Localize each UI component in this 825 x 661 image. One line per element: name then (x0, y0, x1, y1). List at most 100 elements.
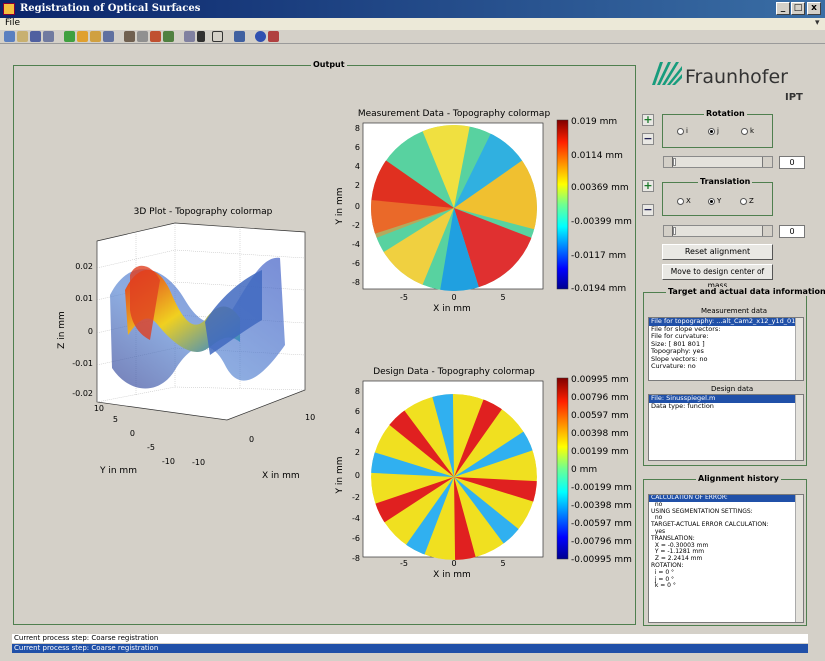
translation-slider[interactable] (663, 225, 773, 237)
meas-ytick: -2 (352, 221, 360, 230)
meas-xtick: -5 (400, 293, 408, 302)
des-cbar-label: -0.00398 mm (571, 501, 632, 511)
list-item[interactable]: USING SEGMENTATION SETTINGS: (649, 508, 803, 516)
z-tick: 0 (88, 327, 93, 336)
translation-radio-z[interactable]: Z (740, 197, 754, 205)
y-tick: -10 (162, 457, 175, 466)
meas-ytick: 2 (355, 181, 360, 190)
translation-value-field[interactable]: 0 (779, 225, 805, 238)
des-cbar-label: -0.00796 mm (571, 537, 632, 547)
des-cbar-label: 0.00796 mm (571, 393, 629, 403)
target-info-panel: Target and actual data information Measu… (643, 287, 825, 466)
list-item[interactable]: Data type: function (649, 402, 803, 411)
y-tick: 10 (94, 404, 104, 413)
alignment-history-panel: Alignment history CALCULATION OF ERROR: … (643, 474, 807, 626)
des-ytick: -2 (352, 493, 360, 502)
rotation-group: Rotation i j k (662, 109, 773, 148)
des-cbar-label: 0.00199 mm (571, 447, 629, 457)
des-ytick: 6 (355, 407, 360, 416)
slider-thumb[interactable] (673, 158, 676, 166)
y-tick: 5 (113, 415, 118, 424)
rotation-radio-k[interactable]: k (741, 127, 754, 135)
plot-3d: 3D Plot - Topography colormap 0.02 0.01 … (57, 207, 315, 481)
z-tick: 0.02 (75, 262, 93, 271)
y-tick: -5 (147, 443, 155, 452)
slider-right-arrow[interactable] (762, 226, 772, 236)
des-ytick: -4 (352, 514, 360, 523)
slider-right-arrow[interactable] (762, 157, 772, 167)
meas-cbar-label: -0.0194 mm (571, 284, 626, 294)
des-cbar-label: 0.00398 mm (571, 429, 629, 439)
meas-title: Measurement Data - Topography colormap (358, 109, 551, 119)
meas-xtick: 0 (451, 293, 456, 302)
translation-minus-button[interactable]: − (642, 204, 654, 216)
meas-cbar-label: -0.00399 mm (571, 217, 632, 227)
meas-cbar-label: 0.019 mm (571, 117, 617, 127)
meas-ytick: -6 (352, 259, 360, 268)
des-ytick: -8 (352, 554, 360, 563)
list-item[interactable]: k = 0 ° (649, 583, 803, 590)
des-ylabel: Y in mm (335, 457, 345, 495)
design-colorbar (556, 377, 569, 560)
list-scrollbar[interactable] (795, 495, 803, 622)
list-scrollbar[interactable] (795, 395, 803, 460)
des-ytick: 4 (355, 427, 360, 436)
rotation-slider[interactable] (663, 156, 773, 168)
translation-radio-y[interactable]: Y (708, 197, 721, 205)
meas-colorbar (556, 119, 569, 290)
rotation-radio-j[interactable]: j (708, 127, 719, 135)
rotation-title: Rotation (704, 109, 747, 118)
fraunhofer-logo: Fraunhofer IPT (652, 62, 803, 103)
list-item[interactable]: TARGET-ACTUAL ERROR CALCULATION: (649, 521, 803, 529)
des-xtick: 5 (500, 559, 505, 568)
meas-ytick: 8 (355, 124, 360, 133)
z-tick: 0.01 (75, 294, 93, 303)
des-cbar-label: -0.00199 mm (571, 483, 632, 493)
meas-cbar-label: 0.0114 mm (571, 151, 623, 161)
meas-xtick: 5 (500, 293, 505, 302)
meas-ytick: 4 (355, 162, 360, 171)
design-data-list[interactable]: File: Sinusspiegel.m Data type: function (648, 394, 804, 461)
meas-ytick: 6 (355, 143, 360, 152)
des-xtick: 0 (451, 559, 456, 568)
des-cbar-label: 0 mm (571, 465, 597, 475)
plot3d-zlabel: Z in mm (57, 311, 67, 349)
measurement-data-list[interactable]: File for topography: ...alt_Cam2_x12_y1d… (648, 317, 804, 381)
des-ytick: 8 (355, 387, 360, 396)
measurement-data-label: Measurement data (701, 307, 768, 315)
des-cbar-label: -0.00597 mm (571, 519, 632, 529)
des-xtick: -5 (400, 559, 408, 568)
meas-ylabel: Y in mm (335, 188, 345, 226)
translation-title: Translation (698, 177, 753, 186)
translation-plus-button[interactable]: + (642, 180, 654, 192)
design-data-label: Design data (711, 385, 754, 393)
alignment-history-list[interactable]: CALCULATION OF ERROR: no USING SEGMENTAT… (648, 494, 804, 623)
x-tick: 0 (249, 435, 254, 444)
list-item[interactable]: Curvature: no (649, 362, 803, 371)
translation-radio-x[interactable]: X (677, 197, 691, 205)
status-line-selected: Current process step: Coarse registratio… (12, 644, 808, 653)
meas-ytick: -8 (352, 278, 360, 287)
translation-group: Translation X Y Z (662, 177, 773, 216)
reset-alignment-button[interactable]: Reset alignment (662, 244, 773, 260)
z-tick: -0.01 (72, 359, 93, 368)
rotation-value-field[interactable]: 0 (779, 156, 805, 169)
rotation-plus-button[interactable]: + (642, 114, 654, 126)
list-scrollbar[interactable] (795, 318, 803, 380)
plot3d-ylabel: Y in mm (99, 466, 137, 476)
plot3d-title: 3D Plot - Topography colormap (134, 207, 273, 217)
slider-thumb[interactable] (673, 227, 676, 235)
rotation-radio-i[interactable]: i (677, 127, 688, 135)
meas-xlabel: X in mm (433, 304, 471, 314)
meas-ytick: -4 (352, 240, 360, 249)
slider-left-arrow[interactable] (664, 157, 673, 167)
plot3d-xlabel: X in mm (262, 471, 300, 481)
rotation-minus-button[interactable]: − (642, 133, 654, 145)
z-tick: -0.02 (72, 389, 93, 398)
logo-sub: IPT (785, 92, 803, 103)
move-center-button[interactable]: Move to design center of mass (662, 264, 773, 290)
target-info-title: Target and actual data information (666, 287, 825, 296)
list-item[interactable]: CALCULATION OF ERROR: (649, 495, 803, 502)
slider-left-arrow[interactable] (664, 226, 673, 236)
meas-cbar-label: 0.00369 mm (571, 183, 629, 193)
